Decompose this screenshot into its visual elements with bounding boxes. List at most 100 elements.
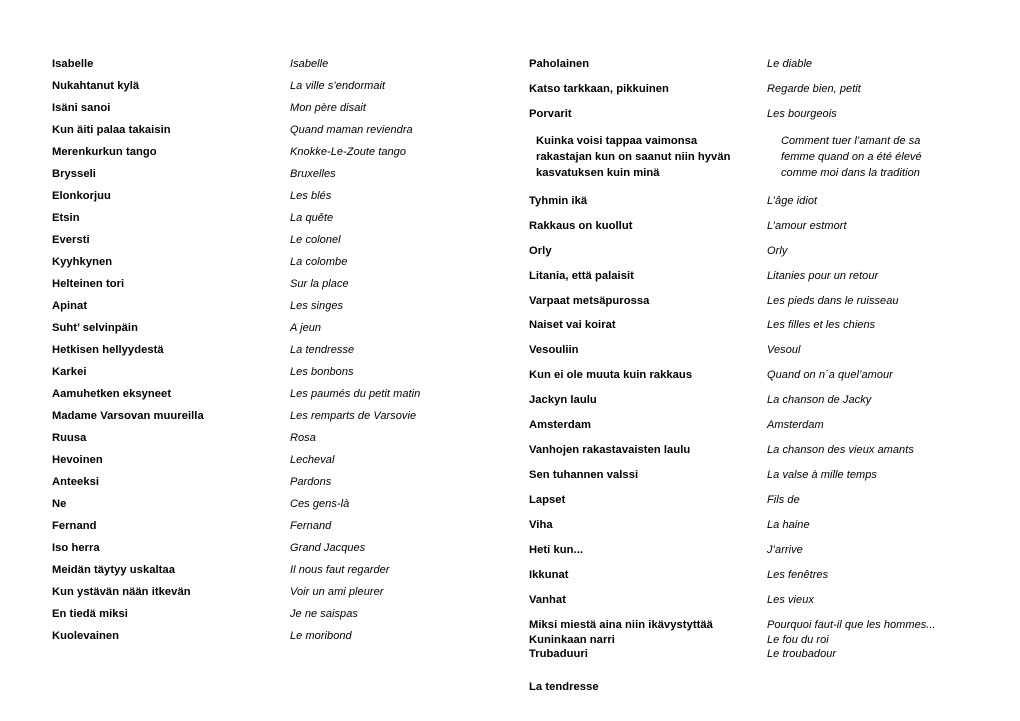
title-row: Paholainen Le diable bbox=[529, 58, 979, 72]
finnish-title: Kuolevainen bbox=[52, 629, 120, 642]
finnish-title: Isabelle bbox=[52, 58, 94, 70]
title-row: Eversti Le colonel bbox=[52, 234, 492, 248]
french-title: Les bourgeois bbox=[767, 107, 837, 120]
title-row: Etsin La quête bbox=[52, 212, 492, 226]
finnish-title: Ikkunat bbox=[529, 569, 569, 582]
title-row: Kun äiti palaa takaisin Quand maman revie… bbox=[52, 124, 492, 138]
finnish-title: Jackyn laulu bbox=[529, 394, 597, 407]
finnish-title: Kuinka voisi tappaa vaimonsa rakastajan … bbox=[536, 134, 731, 180]
title-row: Sen tuhannen valssi La valse à mille temp… bbox=[529, 469, 979, 483]
french-title: La quête bbox=[290, 211, 334, 224]
french-title: La haine bbox=[767, 519, 810, 532]
title-row: Vanhojen rakastavaisten laulu La chanson … bbox=[529, 444, 979, 458]
finnish-title: Naiset vai koirat bbox=[529, 319, 616, 332]
finnish-title: Varpaat metsäpurossa bbox=[529, 294, 650, 307]
title-row: Karkei Les bonbons bbox=[52, 366, 492, 380]
title-row: Elonkorjuu Les blés bbox=[52, 190, 492, 204]
finnish-title: Karkei bbox=[52, 365, 87, 378]
french-title: Regarde bien, petit bbox=[767, 82, 861, 95]
title-row: Hevoinen Lecheval bbox=[52, 454, 492, 468]
finnish-title: Heti kun... bbox=[529, 544, 584, 557]
title-row: Kuinka voisi tappaa vaimonsa rakastajan … bbox=[529, 133, 979, 182]
title-row: Ikkunat Les fenêtres bbox=[529, 569, 979, 583]
title-row: Isäni sanoi Mon père disait bbox=[52, 102, 492, 116]
finnish-title: Vesouliin bbox=[529, 344, 579, 357]
finnish-title: Merenkurkun tango bbox=[52, 145, 157, 158]
finnish-title: Fernand bbox=[52, 519, 97, 532]
french-title: Je ne saispas bbox=[290, 607, 358, 620]
title-row: Tyhmin ikä L’âge idiot bbox=[529, 195, 979, 209]
finnish-title: La tendresse bbox=[529, 680, 599, 693]
right-column: Paholainen Le diable Katso tarkkaan, pikku… bbox=[529, 58, 979, 706]
french-title: Grand Jacques bbox=[290, 541, 366, 554]
title-row: Naiset vai koirat Les filles et les chien… bbox=[529, 319, 979, 333]
french-title: Quand on n´a quel’amour bbox=[767, 369, 893, 382]
french-title: Le fou du roi bbox=[767, 633, 829, 646]
finnish-title: Trubaduuri bbox=[529, 647, 588, 660]
finnish-title: Katso tarkkaan, pikkuinen bbox=[529, 82, 669, 95]
french-title: Amsterdam bbox=[767, 419, 824, 432]
title-row: La tendresse bbox=[529, 681, 979, 695]
french-title: Le troubadour bbox=[767, 647, 837, 660]
title-row: Amsterdam Amsterdam bbox=[529, 419, 979, 433]
title-row: Varpaat metsäpurossa Les pieds dans le ru… bbox=[529, 295, 979, 309]
french-title: Ces gens-là bbox=[290, 497, 350, 510]
title-row: Viha La haine bbox=[529, 519, 979, 533]
finnish-title: Paholainen bbox=[529, 58, 590, 70]
title-row: Brysseli Bruxelles bbox=[52, 168, 492, 182]
title-row: En tiedä miksi Je ne saispas bbox=[52, 608, 492, 622]
finnish-title: Orly bbox=[529, 244, 552, 257]
finnish-title: Suht’ selvinpäin bbox=[52, 321, 138, 334]
title-row: Litania, että palaisit Litanies pour un r… bbox=[529, 270, 979, 284]
title-row: Aamuhetken eksyneet Les paumés du petit m… bbox=[52, 388, 492, 402]
finnish-title: Brysseli bbox=[52, 167, 96, 180]
finnish-title: Elonkorjuu bbox=[52, 189, 111, 202]
french-title: Les blés bbox=[290, 189, 332, 202]
french-title: Vesoul bbox=[767, 344, 801, 357]
french-title: Pourquoi faut-il que les hommes... bbox=[767, 619, 936, 632]
finnish-title: Lapset bbox=[529, 494, 566, 507]
finnish-title: Aamuhetken eksyneet bbox=[52, 387, 172, 400]
finnish-title: Kun ei ole muuta kuin rakkaus bbox=[529, 369, 693, 382]
title-row: Vanhat Les vieux bbox=[529, 594, 979, 608]
french-title: Il nous faut regarder bbox=[290, 563, 390, 576]
title-row: Kun ei ole muuta kuin rakkaus Quand on n´… bbox=[529, 369, 979, 383]
finnish-title: Kyyhkynen bbox=[52, 255, 113, 268]
title-row: Fernand Fernand bbox=[52, 520, 492, 534]
title-row: Jackyn laulu La chanson de Jacky bbox=[529, 394, 979, 408]
finnish-title: Kuninkaan narri bbox=[529, 633, 615, 646]
title-row: Ruusa Rosa bbox=[52, 432, 492, 446]
finnish-title: Hevoinen bbox=[52, 453, 103, 466]
finnish-title: Ne bbox=[52, 497, 67, 510]
finnish-title: Litania, että palaisit bbox=[529, 269, 634, 282]
french-title: Knokke-Le-Zoute tango bbox=[290, 145, 407, 158]
title-row: Suht’ selvinpäin A jeun bbox=[52, 322, 492, 336]
finnish-title: Hetkisen hellyydestä bbox=[52, 343, 164, 356]
title-row: Hetkisen hellyydestä La tendresse bbox=[52, 344, 492, 358]
french-title: Les singes bbox=[290, 299, 344, 312]
document-page: Isabelle Isabelle Nukahtanut kylä La ville … bbox=[0, 0, 1020, 721]
french-title: La valse à mille temps bbox=[767, 469, 877, 482]
finnish-title: Meidän täytyy uskaltaa bbox=[52, 563, 175, 576]
finnish-title: Tyhmin ikä bbox=[529, 194, 588, 207]
finnish-title: Eversti bbox=[52, 233, 90, 246]
title-row: Rakkaus on kuollut L’amour estmort bbox=[529, 220, 979, 234]
title-row: Merenkurkun tango Knokke-Le-Zoute tango bbox=[52, 146, 492, 160]
french-title: Voir un ami pleurer bbox=[290, 585, 384, 598]
french-title: Fils de bbox=[767, 494, 800, 507]
finnish-title: En tiedä miksi bbox=[52, 607, 128, 620]
french-title: Les vieux bbox=[767, 594, 814, 607]
french-title: Le moribond bbox=[290, 629, 352, 642]
finnish-title: Vanhat bbox=[529, 594, 566, 607]
finnish-title: Iso herra bbox=[52, 541, 100, 554]
title-row: Kun ystävän nään itkevän Voir un ami pleu… bbox=[52, 586, 492, 600]
title-row: Katso tarkkaan, pikkuinen Regarde bien, p… bbox=[529, 83, 979, 97]
french-title: Mon père disait bbox=[290, 101, 366, 114]
finnish-title: Amsterdam bbox=[529, 419, 592, 432]
finnish-title: Sen tuhannen valssi bbox=[529, 469, 639, 482]
finnish-title: Nukahtanut kylä bbox=[52, 79, 140, 92]
finnish-title: Ruusa bbox=[52, 431, 87, 444]
french-title: Fernand bbox=[290, 519, 332, 532]
french-title: L’amour estmort bbox=[767, 219, 847, 232]
title-row: Heti kun... J’arrive bbox=[529, 544, 979, 558]
